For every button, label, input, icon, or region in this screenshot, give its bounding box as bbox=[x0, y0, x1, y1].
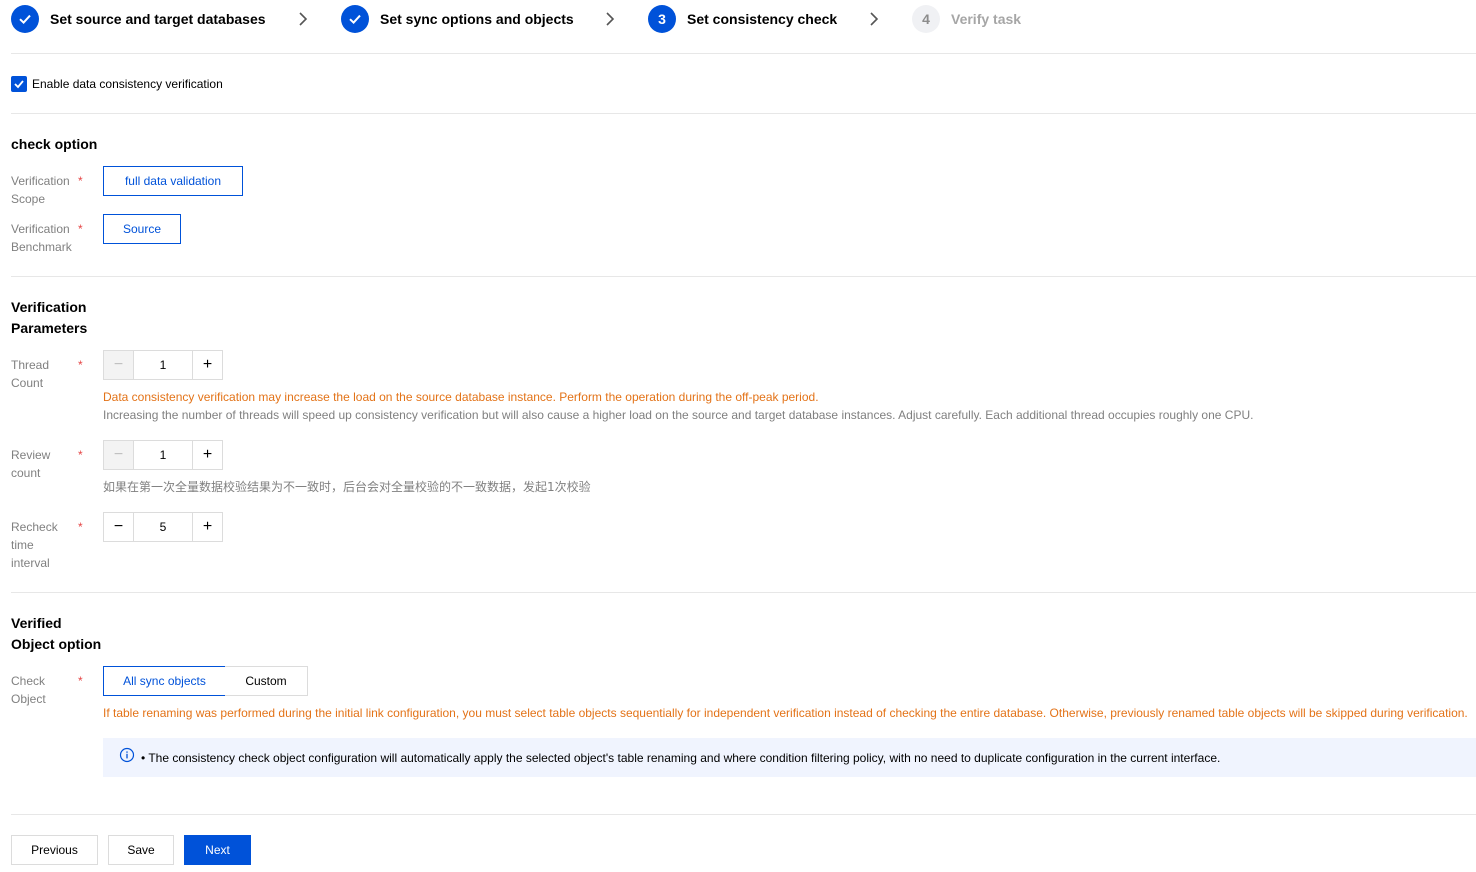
info-banner: • The consistency check object configura… bbox=[103, 738, 1476, 777]
review-count-stepper: − 1 + bbox=[103, 440, 223, 470]
step-label: Set consistency check bbox=[687, 11, 838, 27]
recheck-interval-label: Recheck time interval bbox=[11, 518, 75, 572]
thread-count-label: Thread Count bbox=[11, 356, 75, 392]
step-4: 4 Verify task bbox=[912, 4, 1021, 34]
check-icon bbox=[341, 5, 369, 33]
verification-scope-label: Verification Scope bbox=[11, 172, 75, 208]
thread-count-stepper: − 1 + bbox=[103, 350, 223, 380]
label-line: Verification bbox=[11, 222, 70, 236]
label-line: Thread bbox=[11, 358, 50, 372]
previous-button[interactable]: Previous bbox=[11, 835, 98, 865]
title-line: Object option bbox=[11, 636, 102, 652]
verified-object-option-title: Verified Object option bbox=[11, 613, 101, 655]
thread-warning-text: Data consistency verification may increa… bbox=[103, 390, 819, 404]
increment-button[interactable]: + bbox=[192, 441, 222, 469]
info-icon bbox=[119, 747, 135, 768]
step-label: Verify task bbox=[951, 11, 1022, 27]
verification-benchmark-label: Verification Benchmark bbox=[11, 220, 75, 256]
increment-button[interactable]: + bbox=[192, 513, 222, 541]
divider bbox=[11, 53, 1476, 54]
step-number: 3 bbox=[648, 5, 676, 33]
divider bbox=[11, 113, 1476, 114]
review-count-label: Review count bbox=[11, 446, 75, 482]
verification-parameters-title: Verification Parameters bbox=[11, 297, 87, 339]
enable-verification-label: Enable data consistency verification bbox=[32, 77, 223, 91]
next-button[interactable]: Next bbox=[184, 835, 251, 865]
divider bbox=[11, 814, 1476, 815]
label-line: Recheck bbox=[11, 520, 58, 534]
required-mark: * bbox=[78, 222, 83, 236]
custom-option[interactable]: Custom bbox=[225, 666, 308, 696]
decrement-button[interactable]: − bbox=[104, 351, 134, 379]
check-object-label: Check Object bbox=[11, 672, 75, 708]
checkbox-checked-icon[interactable] bbox=[11, 76, 27, 92]
step-3[interactable]: 3 Set consistency check bbox=[648, 4, 837, 34]
label-line: Verification bbox=[11, 174, 70, 188]
required-mark: * bbox=[78, 520, 83, 534]
check-option-title: check option bbox=[11, 136, 98, 152]
title-line: Verified bbox=[11, 615, 62, 631]
required-mark: * bbox=[78, 674, 83, 688]
chevron-right-icon bbox=[294, 10, 312, 28]
required-mark: * bbox=[78, 174, 83, 188]
thread-count-value[interactable]: 1 bbox=[134, 351, 192, 379]
check-object-warning-text: If table renaming was performed during t… bbox=[103, 706, 1468, 720]
source-option[interactable]: Source bbox=[103, 214, 181, 244]
info-text: • The consistency check object configura… bbox=[141, 750, 1221, 765]
enable-verification-checkbox[interactable]: Enable data consistency verification bbox=[11, 76, 223, 92]
label-line: interval bbox=[11, 556, 50, 570]
required-mark: * bbox=[78, 358, 83, 372]
required-mark: * bbox=[78, 448, 83, 462]
full-data-validation-option[interactable]: full data validation bbox=[103, 166, 243, 196]
divider bbox=[11, 276, 1476, 277]
recheck-interval-value[interactable]: 5 bbox=[134, 513, 192, 541]
label-line: Benchmark bbox=[11, 240, 72, 254]
divider bbox=[11, 592, 1476, 593]
label-line: time bbox=[11, 538, 34, 552]
step-number: 4 bbox=[912, 5, 940, 33]
label-line: Object bbox=[11, 692, 46, 706]
title-line: Parameters bbox=[11, 320, 88, 336]
check-icon bbox=[11, 5, 39, 33]
step-2[interactable]: Set sync options and objects bbox=[341, 4, 574, 34]
chevron-right-icon bbox=[865, 10, 883, 28]
review-count-value[interactable]: 1 bbox=[134, 441, 192, 469]
increment-button[interactable]: + bbox=[192, 351, 222, 379]
all-sync-objects-option[interactable]: All sync objects bbox=[103, 666, 226, 696]
label-line: Scope bbox=[11, 192, 46, 206]
review-hint-text: 如果在第一次全量数据校验结果为不一致时，后台会对全量校验的不一致数据，发起1次校… bbox=[103, 480, 591, 494]
label-line: Count bbox=[11, 376, 44, 390]
chevron-right-icon bbox=[601, 10, 619, 28]
step-label: Set sync options and objects bbox=[380, 11, 574, 27]
label-line: Check bbox=[11, 674, 46, 688]
decrement-button[interactable]: − bbox=[104, 513, 134, 541]
recheck-interval-stepper: − 5 + bbox=[103, 512, 223, 542]
step-label: Set source and target databases bbox=[50, 11, 266, 27]
save-button[interactable]: Save bbox=[108, 835, 174, 865]
decrement-button[interactable]: − bbox=[104, 441, 134, 469]
thread-hint-text: Increasing the number of threads will sp… bbox=[103, 408, 1254, 422]
step-1[interactable]: Set source and target databases bbox=[11, 4, 266, 34]
label-line: count bbox=[11, 466, 41, 480]
title-line: Verification bbox=[11, 299, 87, 315]
label-line: Review bbox=[11, 448, 51, 462]
steps-bar: Set source and target databases Set sync… bbox=[11, 0, 1476, 38]
